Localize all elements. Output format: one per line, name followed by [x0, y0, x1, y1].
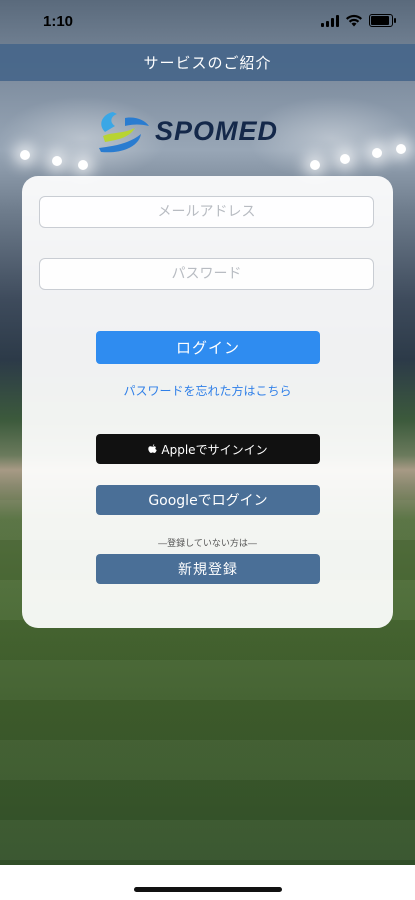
battery-icon: [369, 14, 396, 27]
forgot-password-link[interactable]: パスワードを忘れた方はこちら: [22, 382, 393, 399]
bottom-safe-area: [0, 865, 415, 900]
wifi-icon: [346, 14, 362, 27]
spomed-logo-mark-icon: [99, 112, 149, 153]
sign-in-with-apple-button[interactable]: Appleでサインイン: [96, 434, 320, 464]
google-button-label: Googleでログイン: [148, 493, 268, 509]
cellular-signal-icon: [321, 14, 339, 27]
spomed-logo: SPOMED: [95, 108, 325, 156]
page-title: サービスのご紹介: [143, 54, 272, 72]
home-indicator[interactable]: [134, 887, 282, 892]
login-button[interactable]: ログイン: [96, 331, 320, 364]
login-button-label: ログイン: [175, 339, 240, 357]
email-field[interactable]: [39, 196, 374, 228]
not-registered-caption: ―登録していない方は―: [158, 539, 257, 549]
status-bar: 1:10: [0, 0, 415, 44]
apple-icon: [148, 443, 158, 453]
apple-button-label: Appleでサインイン: [161, 442, 268, 457]
logo-wordmark: SPOMED: [155, 116, 279, 146]
password-field[interactable]: [39, 258, 374, 290]
register-button-label: 新規登録: [178, 562, 238, 578]
login-card: ログイン パスワードを忘れた方はこちら Appleでサインイン Googleでロ…: [22, 176, 393, 628]
status-icons: [321, 14, 396, 27]
status-time: 1:10: [43, 13, 74, 30]
google-login-button[interactable]: Googleでログイン: [96, 485, 320, 515]
register-button[interactable]: 新規登録: [96, 554, 320, 584]
page-header: サービスのご紹介: [0, 44, 415, 81]
